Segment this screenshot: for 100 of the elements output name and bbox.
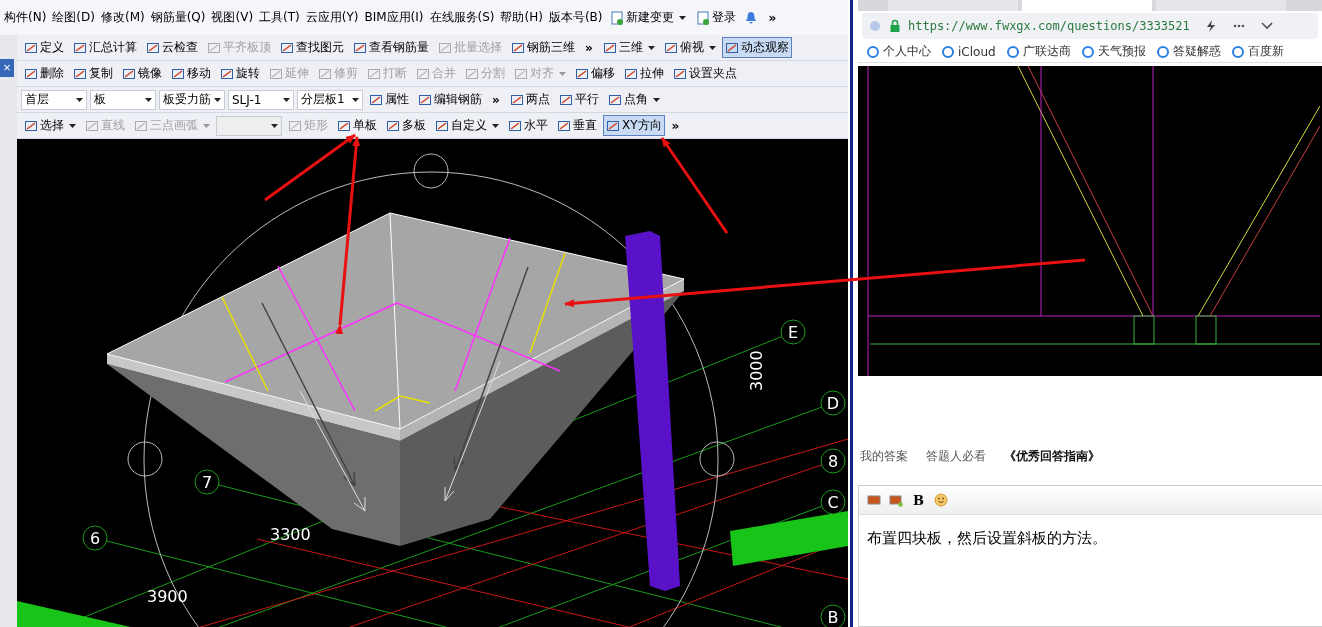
dropdown-field[interactable]: 板 bbox=[90, 89, 156, 110]
toolbar-button[interactable]: 拉伸 bbox=[621, 63, 667, 84]
tool-icon bbox=[607, 92, 622, 107]
answer-link[interactable]: 我的答案 bbox=[860, 448, 908, 465]
toolbar-button[interactable]: 属性 bbox=[366, 89, 412, 110]
tool-icon bbox=[435, 118, 449, 133]
menu-item[interactable]: 钢筋量(Q) bbox=[150, 9, 206, 26]
menu-item[interactable]: 在线服务(S) bbox=[429, 9, 495, 26]
axis-bubble: 7 bbox=[194, 469, 220, 495]
caret-icon bbox=[214, 97, 221, 102]
tool-icon bbox=[663, 40, 678, 55]
toolbar-button[interactable]: 定义 bbox=[21, 37, 67, 58]
close-button[interactable]: × bbox=[0, 59, 14, 77]
toolbar-button[interactable]: 选择 bbox=[21, 115, 79, 136]
tool-icon bbox=[146, 40, 160, 55]
menu-item[interactable]: 绘图(D) bbox=[52, 9, 95, 26]
bookmark-link[interactable]: 百度新 bbox=[1230, 43, 1284, 60]
caret-icon bbox=[76, 97, 83, 102]
bookmark-link[interactable]: iCloud bbox=[941, 44, 996, 59]
axis-bubble: D bbox=[820, 390, 846, 416]
dropdown-field[interactable]: 板受力筋 bbox=[159, 89, 225, 110]
tool-icon bbox=[73, 40, 87, 55]
image-icon[interactable] bbox=[867, 493, 881, 507]
toolbar-button[interactable]: 镜像 bbox=[119, 63, 165, 84]
toolbar-button[interactable]: 汇总计算 bbox=[70, 37, 140, 58]
axis-bubble: B bbox=[820, 604, 846, 627]
menu-item[interactable]: 工具(T) bbox=[259, 9, 300, 26]
menu-button[interactable]: 新建变更 bbox=[608, 9, 689, 26]
overflow-chevron[interactable]: » bbox=[768, 10, 777, 25]
menu-button[interactable]: 登录 bbox=[694, 9, 739, 26]
toolbar-button[interactable]: 自定义 bbox=[432, 115, 502, 136]
toolbar-button[interactable]: 三维 bbox=[599, 37, 658, 58]
image-add-icon[interactable] bbox=[889, 493, 903, 507]
tool-icon bbox=[418, 92, 432, 107]
dimension-label: 3300 bbox=[270, 525, 311, 544]
toolbar-button[interactable]: 俯视 bbox=[660, 37, 719, 58]
toolbar-button[interactable]: 云检查 bbox=[143, 37, 201, 58]
tool-icon bbox=[318, 66, 332, 81]
toolbar-button[interactable]: XY方向 bbox=[603, 115, 665, 136]
bookmark-link[interactable]: 答疑解惑 bbox=[1155, 43, 1221, 60]
answer-text: 布置四块板，然后设置斜板的方法。 bbox=[866, 528, 1108, 549]
tool-icon bbox=[624, 66, 638, 81]
dimension-label: 3900 bbox=[147, 587, 188, 606]
toolbar-button[interactable]: 点角 bbox=[604, 89, 663, 110]
tool-icon bbox=[511, 40, 525, 55]
toolbar-button[interactable]: 垂直 bbox=[554, 115, 600, 136]
bell-icon[interactable] bbox=[744, 10, 759, 25]
toolbar-button[interactable]: 查看钢筋量 bbox=[350, 37, 432, 58]
smiley-icon[interactable] bbox=[934, 493, 948, 507]
tool-icon bbox=[386, 118, 400, 133]
toolbar-button[interactable]: 查找图元 bbox=[277, 37, 347, 58]
tool-icon bbox=[280, 40, 294, 55]
menu-item[interactable]: 修改(M) bbox=[100, 9, 145, 26]
toolbar-button[interactable]: 编辑钢筋 bbox=[415, 89, 485, 110]
tool-icon bbox=[85, 118, 99, 133]
tool-icon bbox=[207, 40, 221, 55]
bold-button[interactable]: B bbox=[911, 492, 926, 508]
bookmark-link[interactable]: 个人中心 bbox=[866, 43, 931, 60]
toolbar-button[interactable]: 动态观察 bbox=[721, 37, 792, 58]
bookmark-icon bbox=[1230, 44, 1245, 59]
toolbar-button[interactable]: 水平 bbox=[505, 115, 551, 136]
menu-item[interactable]: 帮助(H) bbox=[500, 9, 543, 26]
bookmark-link[interactable]: 天气预报 bbox=[1080, 43, 1146, 60]
caret-icon bbox=[145, 97, 152, 102]
tool-icon bbox=[24, 40, 38, 55]
document-icon bbox=[696, 10, 711, 25]
toolbar-button[interactable]: 平行 bbox=[555, 89, 602, 110]
toolbar-button[interactable]: 钢筋三维 bbox=[508, 37, 578, 58]
overflow-chevron[interactable]: » bbox=[671, 118, 680, 133]
menu-item[interactable]: 构件(N) bbox=[4, 9, 47, 26]
menu-item[interactable]: BIM应用(I) bbox=[364, 9, 424, 26]
toolbar-button[interactable]: 设置夹点 bbox=[670, 63, 740, 84]
toolbar-button[interactable]: 偏移 bbox=[572, 63, 618, 84]
toolbar-button[interactable]: 旋转 bbox=[217, 63, 263, 84]
menu-item[interactable]: 版本号(B) bbox=[548, 9, 603, 26]
overflow-chevron[interactable]: » bbox=[585, 40, 593, 55]
toolbar-button[interactable]: 两点 bbox=[506, 89, 553, 110]
toolbar-button[interactable]: 移动 bbox=[168, 63, 214, 84]
menu-item[interactable]: 视图(V) bbox=[211, 9, 254, 26]
toolbar-button[interactable]: 删除 bbox=[21, 63, 67, 84]
tool-icon bbox=[575, 66, 589, 81]
dropdown-field[interactable]: SLJ-1 bbox=[228, 89, 294, 110]
tool-icon bbox=[558, 92, 573, 107]
tool-icon bbox=[134, 118, 148, 133]
menu-item[interactable]: 云应用(Y) bbox=[305, 9, 359, 26]
overflow-chevron[interactable]: » bbox=[492, 92, 500, 107]
address-bar[interactable]: https://www.fwxgx.com/questions/3333521 bbox=[862, 13, 1318, 39]
tool-icon bbox=[724, 40, 739, 55]
toolbar-button[interactable]: 单板 bbox=[334, 115, 380, 136]
answer-editor[interactable]: B 布置四块板，然后设置斜板的方法。 bbox=[858, 485, 1322, 627]
dropdown-field[interactable]: 首层 bbox=[21, 89, 87, 110]
answer-link[interactable]: 答题人必看 bbox=[926, 448, 986, 465]
toolbar-button[interactable]: 多板 bbox=[383, 115, 429, 136]
toolbar-button[interactable]: 复制 bbox=[70, 63, 116, 84]
tool-icon bbox=[122, 66, 136, 81]
answer-link[interactable]: 《优秀回答指南》 bbox=[1004, 448, 1100, 465]
axis-bubble: 6 bbox=[82, 525, 108, 551]
dropdown-field[interactable]: 分层板1 bbox=[297, 89, 363, 110]
bookmark-link[interactable]: 广联达商 bbox=[1005, 43, 1071, 60]
caret-icon bbox=[271, 123, 278, 128]
